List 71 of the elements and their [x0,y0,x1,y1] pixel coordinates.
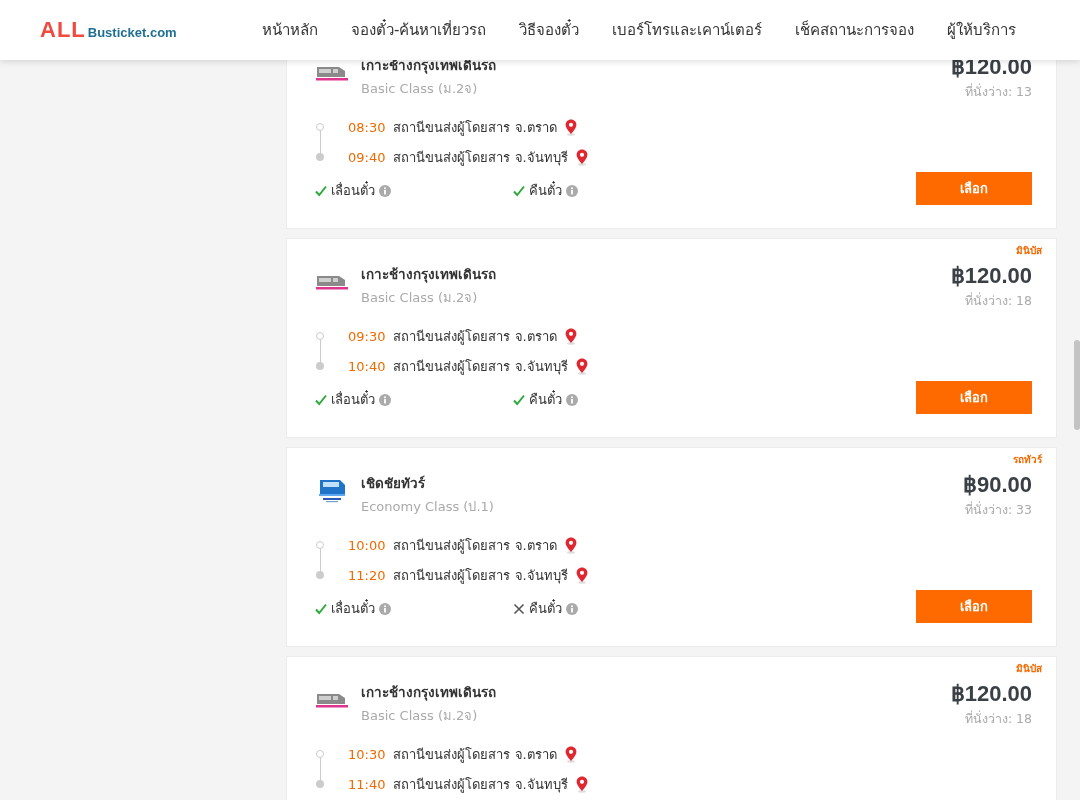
vehicle-tag: มินิบัส [1016,243,1042,258]
station-name: สถานีขนส่งผู้โดยสาร จ.ตราด [393,536,557,556]
bus-class: Basic Class (ม.2จ) [361,80,479,98]
map-pin-icon [564,118,577,136]
map-pin-icon [564,536,577,554]
logo-domain[interactable]: Busticket.com [87,25,177,40]
info-icon[interactable] [566,184,578,197]
departure-time: 10:00 [348,537,386,553]
seats-available: ที่นั่งว่าง: 18 [963,709,1032,728]
policy-label: คืนตั๋ว [529,389,562,409]
bus-class: Basic Class (ม.2จ) [361,707,479,725]
policy-label: คืนตั๋ว [529,180,562,200]
station-name: สถานีขนส่งผู้โดยสาร จ.จันทบุรี [393,148,568,168]
station-name: สถานีขนส่งผู้โดยสาร จ.จันทบุรี [393,357,568,377]
bus-class: Basic Class (ม.2จ) [361,289,479,307]
map-pin-icon [575,148,588,166]
station-name: สถานีขนส่งผู้โดยสาร จ.ตราด [393,745,557,765]
check-icon [513,184,525,197]
ticket-price: ฿90.00 [962,472,1032,498]
seats-available: ที่นั่งว่าง: 18 [963,291,1032,310]
nav-link[interactable]: หน้าหลัก [262,18,318,42]
map-pin-icon [575,775,588,793]
coach-logo [317,477,347,503]
nav-link[interactable]: ผู้ให้บริการ [947,18,1017,42]
vehicle-tag: รถทัวร์ [1013,452,1042,467]
ticket-price: ฿120.00 [950,681,1032,707]
check-icon [315,393,327,406]
bus-class: Economy Class (ป.1) [361,498,494,516]
station-name: สถานีขนส่งผู้โดยสาร จ.ตราด [393,327,557,347]
map-pin-icon [564,745,577,763]
map-pin-icon [575,357,588,375]
operator-name: เกาะช้างกรุงเทพเดินรถ [361,683,496,703]
check-icon [315,602,327,615]
departure-time: 08:30 [348,119,386,135]
departure-time: 11:20 [348,567,386,583]
info-icon[interactable] [379,184,391,197]
ticket-price: ฿120.00 [950,263,1032,289]
nav-link[interactable]: วิธีจองตั๋ว [519,18,580,42]
cross-icon [513,602,525,615]
departure-time: 09:40 [348,149,386,165]
seats-available: ที่นั่งว่าง: 13 [963,82,1032,101]
info-icon[interactable] [379,393,391,406]
departure-time: 11:40 [348,776,386,792]
vehicle-tag: มินิบัส [1016,661,1042,676]
departure-time: 10:30 [348,746,386,762]
policy-label: เลื่อนตั๋ว [331,598,375,618]
station-name: สถานีขนส่งผู้โดยสาร จ.จันทบุรี [393,775,568,795]
policy-label: เลื่อนตั๋ว [331,180,375,200]
check-icon [315,184,327,197]
departure-time: 09:30 [348,328,386,344]
logo-wordmark[interactable]: ALL [40,17,86,43]
map-pin-icon [575,566,588,584]
info-icon[interactable] [379,602,391,615]
policy-label: เลื่อนตั๋ว [331,389,375,409]
nav-link[interactable]: เบอร์โทรและเคาน์เตอร์ [612,18,763,42]
nav-link[interactable]: จองตั๋ว-ค้นหาเที่ยวรถ [351,18,487,42]
nav-link[interactable]: เช็คสถานะการจอง [795,18,915,42]
operator-name: เกาะช้างกรุงเทพเดินรถ [361,265,496,285]
departure-time: 10:40 [348,358,386,374]
check-icon [513,393,525,406]
map-pin-icon [564,327,577,345]
operator-name: เชิดชัยทัวร์ [361,474,426,493]
info-icon[interactable] [566,602,578,615]
operator-name: เกาะช้างกรุงเทพเดินรถ [361,56,496,76]
scrollbar-thumb[interactable] [1074,340,1080,430]
policy-label: คืนตั๋ว [529,598,562,618]
ticket-price: ฿120.00 [950,54,1032,80]
info-icon[interactable] [566,393,578,406]
station-name: สถานีขนส่งผู้โดยสาร จ.ตราด [393,118,557,138]
seats-available: ที่นั่งว่าง: 33 [963,500,1032,519]
station-name: สถานีขนส่งผู้โดยสาร จ.จันทบุรี [393,566,568,586]
